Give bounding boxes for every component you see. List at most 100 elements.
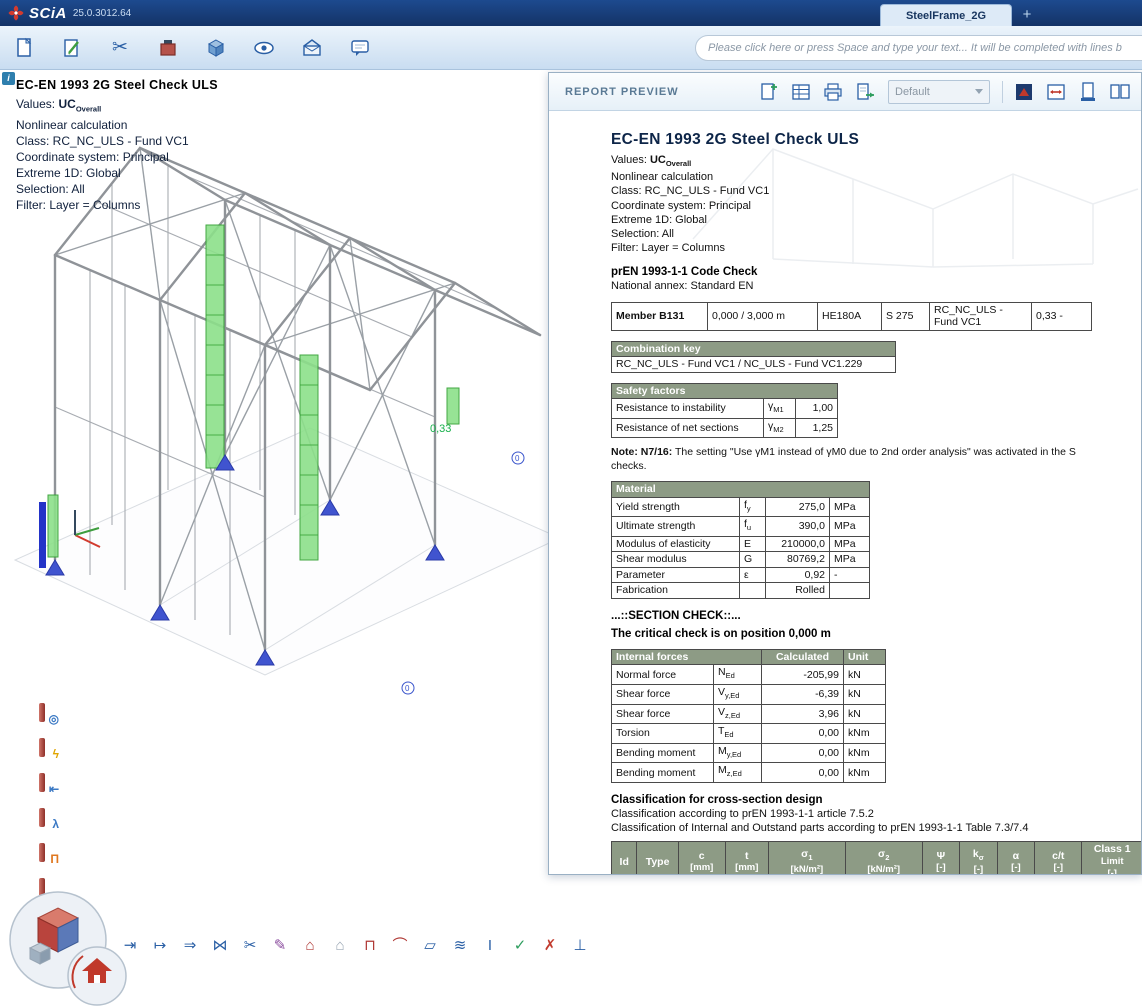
project-tab[interactable]: SteelFrame_2G — [880, 4, 1012, 26]
table-of-contents-glyph — [790, 81, 812, 103]
report-header-line: Nonlinear calculation — [611, 170, 1142, 184]
force-label: Bending moment — [612, 763, 714, 783]
new-tab-button[interactable]: + — [1016, 5, 1038, 25]
report-template-value: Default — [895, 86, 971, 98]
internal-forces-table: Internal forces Calculated Unit Normal f… — [611, 649, 886, 783]
material-row: Parameterε0,92- — [612, 567, 870, 583]
material-header: Material — [612, 482, 870, 498]
level-dimension-icon-glyph: ⊥ — [573, 938, 586, 953]
internal-force-row: TorsionTEd0,00kNm — [612, 724, 886, 744]
print-icon[interactable] — [820, 79, 846, 105]
house-frame-icon-glyph: ⌂ — [305, 938, 314, 953]
critical-check-line: The critical check is on position 0,000 … — [611, 627, 1142, 641]
search-input[interactable] — [708, 42, 1142, 54]
house-frame-icon[interactable]: ⌂ — [298, 933, 322, 957]
combination-key-header: Combination key — [612, 341, 896, 357]
export-icon[interactable] — [852, 79, 878, 105]
scia-application-window: SCiA 25.0.3012.64 SteelFrame_2G + ✂ — [0, 0, 1142, 1008]
unit-column-header: Unit — [844, 649, 886, 665]
app-version: 25.0.3012.64 — [73, 8, 131, 19]
classification-header-cell: Id — [612, 842, 637, 875]
view-info-line: Nonlinear calculation — [16, 117, 296, 133]
check-icon[interactable]: ✓ — [508, 933, 532, 957]
single-page-glyph — [1077, 81, 1099, 103]
visibility-icon[interactable] — [250, 34, 278, 62]
arch-icon[interactable]: ⌒ — [388, 933, 412, 957]
edit-icon[interactable] — [58, 34, 86, 62]
house-frame-gray-icon[interactable]: ⌂ — [328, 933, 352, 957]
add-report-item-icon[interactable] — [756, 79, 782, 105]
material-symbol: fu — [740, 517, 766, 537]
internal-force-row: Normal forceNEd-205,99kN — [612, 665, 886, 685]
force-symbol: Mz,Ed — [714, 763, 762, 783]
bar-to-arrow-icon[interactable]: ↦ — [148, 933, 172, 957]
delete-icon[interactable]: ✗ — [538, 933, 562, 957]
cut-line-icon[interactable]: ✂ — [238, 933, 262, 957]
member-summary-row: Member B1310,000 / 3,000 mHE180AS 275RC_… — [612, 302, 1092, 330]
layers-icon-glyph: ≋ — [454, 938, 467, 953]
engineering-report-glyph — [1013, 81, 1035, 103]
force-value: 0,00 — [762, 763, 844, 783]
force-unit: kN — [844, 704, 886, 724]
safety-factors-header: Safety factors — [612, 383, 838, 399]
table-of-contents-icon[interactable] — [788, 79, 814, 105]
ground-plane — [15, 428, 560, 675]
plate-icon[interactable]: ▱ — [418, 933, 442, 957]
safety-factor-row: Resistance to instabilityγM11,00 — [612, 399, 838, 419]
force-label: Normal force — [612, 665, 714, 685]
report-header-line: Coordinate system: Principal — [611, 199, 1142, 213]
force-unit: kNm — [844, 743, 886, 763]
portal-hinge-icon-glyph: Π — [50, 853, 59, 865]
material-label: Modulus of elasticity — [612, 536, 740, 552]
toolbar-divider — [1002, 81, 1003, 103]
slenderness-icon[interactable]: λ — [34, 805, 60, 831]
internal-forces-header: Internal forces — [612, 649, 762, 665]
spacebar-search[interactable] — [695, 35, 1142, 61]
buckling-settings-icon[interactable]: ◎ — [34, 700, 60, 726]
report-template-select[interactable]: Default — [888, 80, 990, 104]
scissors-icon[interactable]: ✂ — [106, 34, 134, 62]
pen-icon[interactable]: ✎ — [268, 933, 292, 957]
section-axis-icon[interactable]: I — [478, 933, 502, 957]
report-title: EC-EN 1993 2G Steel Check ULS — [611, 131, 1142, 149]
paste-icon[interactable] — [154, 34, 182, 62]
report-note: Note: N7/16: The setting "Use γM1 instea… — [611, 446, 1111, 473]
member-summary-table: Member B1310,000 / 3,000 mHE180AS 275RC_… — [611, 302, 1092, 331]
portal-frame-icon[interactable]: ⊓ — [358, 933, 382, 957]
material-row: Ultimate strengthfu390,0MPa — [612, 517, 870, 537]
single-page-icon[interactable] — [1075, 79, 1101, 105]
fit-width-icon[interactable] — [1043, 79, 1069, 105]
package-icon[interactable] — [202, 34, 230, 62]
view-info-line: Extreme 1D: Global — [16, 165, 296, 181]
portal-hinge-icon[interactable]: Π — [34, 840, 60, 866]
classification-header-cell: σ1[kN/m²] — [768, 842, 845, 875]
member-length-icon[interactable]: ⇤ — [34, 770, 60, 796]
report-document-page[interactable]: EC-EN 1993 2G Steel Check ULS Values: UC… — [549, 111, 1142, 875]
material-unit: - — [830, 567, 870, 583]
edit-glyph — [60, 36, 84, 60]
envelope-open-icon[interactable] — [298, 34, 326, 62]
classification-table: IdTypec[mm]t[mm]σ1[kN/m²]σ2[kN/m²]Ψ[-]kσ… — [611, 841, 1142, 875]
double-arrow-icon[interactable]: ⇒ — [178, 933, 202, 957]
force-label: Torsion — [612, 724, 714, 744]
view-info-line: Filter: Layer = Columns — [16, 197, 296, 213]
two-pages-icon[interactable] — [1107, 79, 1133, 105]
bolt-icon[interactable]: ϟ — [34, 735, 60, 761]
comment-icon[interactable] — [346, 34, 374, 62]
material-unit: MPa — [830, 497, 870, 517]
info-icon[interactable]: i — [2, 72, 15, 85]
force-symbol: Vy,Ed — [714, 685, 762, 705]
member-summary-cell: Member B131 — [612, 302, 708, 330]
level-dimension-icon[interactable]: ⊥ — [568, 933, 592, 957]
safety-factors-table: Safety factors Resistance to instability… — [611, 383, 838, 439]
mirror-members-icon[interactable]: ⋈ — [208, 933, 232, 957]
material-symbol: G — [740, 552, 766, 568]
new-document-icon[interactable] — [10, 34, 38, 62]
section-check-heading: ...::SECTION CHECK::... — [611, 609, 1142, 623]
engineering-report-icon[interactable] — [1011, 79, 1037, 105]
view-navigation-wheel[interactable] — [0, 890, 132, 1008]
scissors-glyph: ✂ — [112, 38, 128, 57]
titlebar: SCiA 25.0.3012.64 SteelFrame_2G + — [0, 0, 1142, 26]
layers-icon[interactable]: ≋ — [448, 933, 472, 957]
material-value: 80769,2 — [766, 552, 830, 568]
